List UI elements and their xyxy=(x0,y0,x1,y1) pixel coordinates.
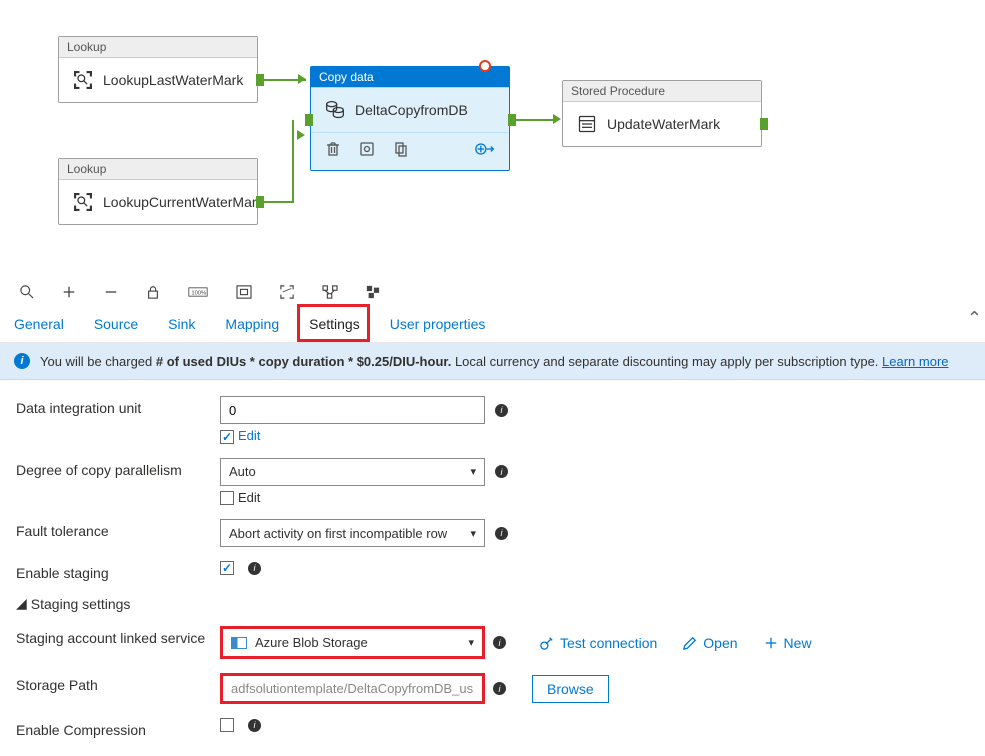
info-icon[interactable]: i xyxy=(248,719,261,732)
connector-dot[interactable] xyxy=(256,196,264,208)
add-activity-icon[interactable] xyxy=(475,141,495,160)
connector-line xyxy=(292,120,294,202)
diu-label: Data integration unit xyxy=(16,396,220,416)
info-icon: i xyxy=(14,353,30,369)
enable-staging-label: Enable staging xyxy=(16,561,220,581)
storage-path-label: Storage Path xyxy=(16,673,220,693)
property-tabs: General Source Sink Mapping Settings Use… xyxy=(0,306,985,343)
pricing-info-banner: i You will be charged # of used DIUs * c… xyxy=(0,343,985,380)
node-copy-data[interactable]: Copy data DeltaCopyfromDB xyxy=(310,66,510,171)
canvas-toolbar: 100% xyxy=(0,280,985,306)
search-icon xyxy=(73,192,93,212)
tab-user-properties[interactable]: User properties xyxy=(390,316,486,332)
lock-icon[interactable] xyxy=(146,285,160,302)
parallelism-edit-checkbox[interactable] xyxy=(220,491,234,505)
node-lookup-last-watermark[interactable]: Lookup LookupLastWaterMark xyxy=(58,36,258,103)
browse-button[interactable]: Browse xyxy=(532,675,609,703)
node-title: LookupLastWaterMark xyxy=(103,72,243,88)
enable-staging-checkbox[interactable] xyxy=(220,561,234,575)
info-icon[interactable]: i xyxy=(495,465,508,478)
connector-line xyxy=(516,119,558,121)
tab-sink[interactable]: Sink xyxy=(168,316,195,332)
info-icon[interactable]: i xyxy=(495,404,508,417)
connector-dot[interactable] xyxy=(760,118,768,130)
connector-dot[interactable] xyxy=(305,114,313,126)
parallelism-label: Degree of copy parallelism xyxy=(16,458,220,478)
connector-arrow xyxy=(297,130,305,140)
diu-input[interactable] xyxy=(220,396,485,424)
info-icon[interactable]: i xyxy=(248,562,261,575)
new-link[interactable]: New xyxy=(764,635,812,651)
settings-form: Data integration unit i Edit Degree of c… xyxy=(0,380,985,750)
info-icon[interactable]: i xyxy=(493,682,506,695)
connector-dot[interactable] xyxy=(508,114,516,126)
tab-mapping[interactable]: Mapping xyxy=(225,316,279,332)
info-icon[interactable]: i xyxy=(495,527,508,540)
connector-arrow xyxy=(298,74,306,84)
tab-general[interactable]: General xyxy=(14,316,64,332)
node-title: UpdateWaterMark xyxy=(607,116,720,132)
database-icon xyxy=(325,100,345,120)
test-connection-link[interactable]: Test connection xyxy=(540,635,657,651)
node-type-label: Lookup xyxy=(59,37,257,58)
tab-source[interactable]: Source xyxy=(94,316,138,332)
node-title: DeltaCopyfromDB xyxy=(355,102,468,118)
diu-edit-checkbox[interactable] xyxy=(220,430,234,444)
caret-down-icon: ▾ xyxy=(470,465,476,478)
zoom-in-icon[interactable] xyxy=(62,285,76,302)
fit-screen-icon[interactable] xyxy=(236,285,252,302)
fault-tolerance-select[interactable]: Abort activity on first incompatible row… xyxy=(220,519,485,547)
node-lookup-current-watermark[interactable]: Lookup LookupCurrentWaterMark xyxy=(58,158,258,225)
fault-tolerance-label: Fault tolerance xyxy=(16,519,220,539)
search-icon[interactable] xyxy=(20,285,34,302)
info-icon[interactable]: i xyxy=(493,636,506,649)
staging-settings-header[interactable]: ◢ Staging settings xyxy=(16,595,969,612)
node-type-label: Lookup xyxy=(59,159,257,180)
validation-indicator xyxy=(479,60,491,72)
connector-line xyxy=(264,201,294,203)
zoom-out-icon[interactable] xyxy=(104,285,118,302)
fullscreen-icon[interactable] xyxy=(280,285,294,302)
node-stored-procedure[interactable]: Stored Procedure UpdateWaterMark xyxy=(562,80,762,147)
node-type-label: Stored Procedure xyxy=(563,81,761,102)
parallelism-select[interactable]: Auto ▾ xyxy=(220,458,485,486)
blob-storage-icon xyxy=(231,637,247,649)
banner-text: You will be charged # of used DIUs * cop… xyxy=(40,354,949,369)
caret-down-icon: ▾ xyxy=(470,527,476,540)
preview-icon[interactable] xyxy=(359,141,375,160)
svg-text:100%: 100% xyxy=(191,291,206,297)
align-icon[interactable] xyxy=(322,285,338,302)
node-title: LookupCurrentWaterMark xyxy=(103,194,264,210)
connector-dot[interactable] xyxy=(256,74,264,86)
open-link[interactable]: Open xyxy=(683,635,737,651)
enable-compression-checkbox[interactable] xyxy=(220,718,234,732)
storage-path-input[interactable] xyxy=(223,676,482,701)
tab-settings[interactable]: Settings xyxy=(309,316,360,332)
node-type-label: Copy data xyxy=(311,67,509,88)
pipeline-canvas[interactable]: Lookup LookupLastWaterMark Lookup Lookup… xyxy=(0,0,985,280)
parallelism-edit-label: Edit xyxy=(238,490,260,505)
collapse-icon: ◢ xyxy=(16,595,27,612)
layout-icon[interactable] xyxy=(366,285,380,302)
search-icon xyxy=(73,70,93,90)
learn-more-link[interactable]: Learn more xyxy=(882,354,948,369)
diu-edit-label[interactable]: Edit xyxy=(238,428,260,443)
linked-service-select[interactable]: Azure Blob Storage ▾ xyxy=(223,629,482,656)
zoom-100-icon[interactable]: 100% xyxy=(188,285,208,302)
panel-grip-icon[interactable]: ⌃ xyxy=(967,308,982,329)
copy-icon[interactable] xyxy=(393,141,409,160)
enable-compression-label: Enable Compression xyxy=(16,718,220,738)
linked-service-label: Staging account linked service xyxy=(16,626,220,646)
caret-down-icon: ▾ xyxy=(468,636,474,649)
procedure-icon xyxy=(577,114,597,134)
delete-icon[interactable] xyxy=(325,141,341,160)
connector-arrow xyxy=(553,114,561,124)
